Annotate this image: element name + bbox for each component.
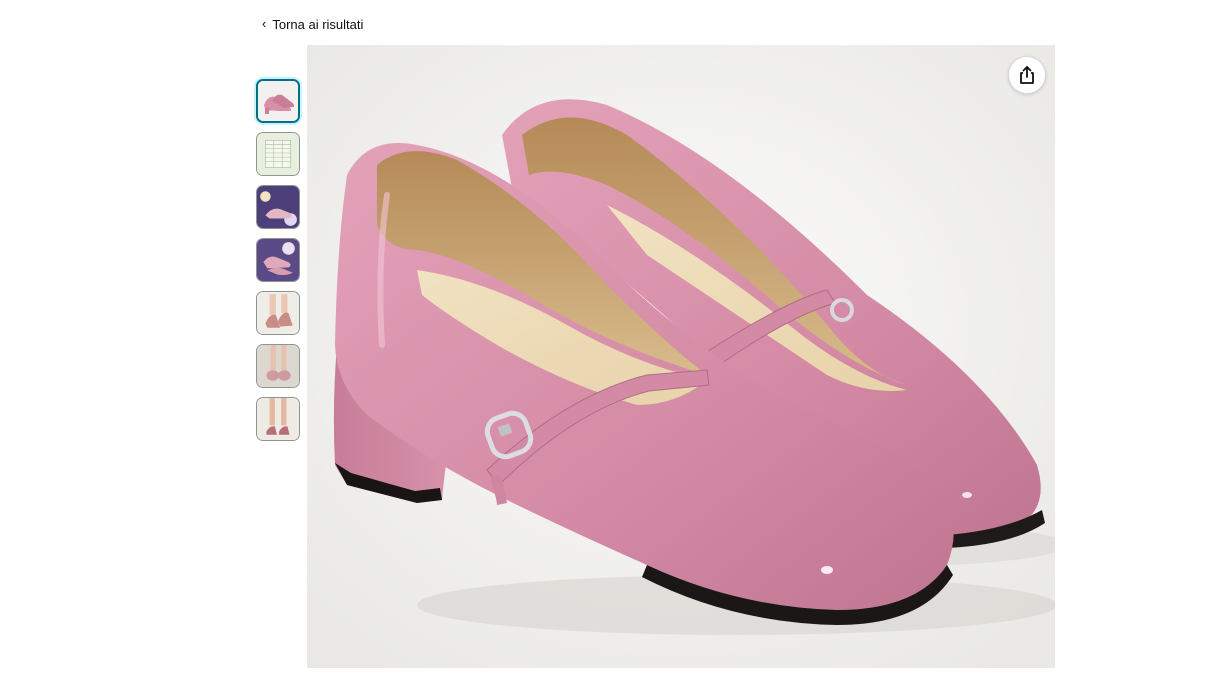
thumbnail-1-image	[258, 81, 298, 121]
pink-mary-jane-shoes-image	[307, 45, 1055, 668]
thumbnail-2[interactable]	[256, 132, 300, 176]
share-icon	[1020, 66, 1034, 84]
share-button[interactable]	[1008, 56, 1046, 94]
thumbnail-1[interactable]	[256, 79, 300, 123]
thumbnail-4[interactable]	[256, 238, 300, 282]
main-product-image[interactable]	[307, 45, 1055, 668]
thumbnail-3-image	[257, 186, 299, 228]
thumbnail-5-image	[257, 292, 299, 334]
thumbnail-7-image	[257, 398, 299, 440]
thumbnail-strip	[256, 79, 300, 441]
back-to-results-label: Torna ai risultati	[272, 17, 364, 32]
back-to-results-link[interactable]: ‹ Torna ai risultati	[262, 17, 363, 32]
thumbnail-4-image	[257, 239, 299, 281]
thumbnail-6-image	[257, 345, 299, 387]
thumbnail-2-image	[257, 133, 299, 175]
thumbnail-7[interactable]	[256, 397, 300, 441]
product-gallery-page: ‹ Torna ai risultati	[0, 0, 1217, 694]
thumbnail-5[interactable]	[256, 291, 300, 335]
chevron-left-icon: ‹	[262, 16, 267, 31]
thumbnail-3[interactable]	[256, 185, 300, 229]
thumbnail-6[interactable]	[256, 344, 300, 388]
